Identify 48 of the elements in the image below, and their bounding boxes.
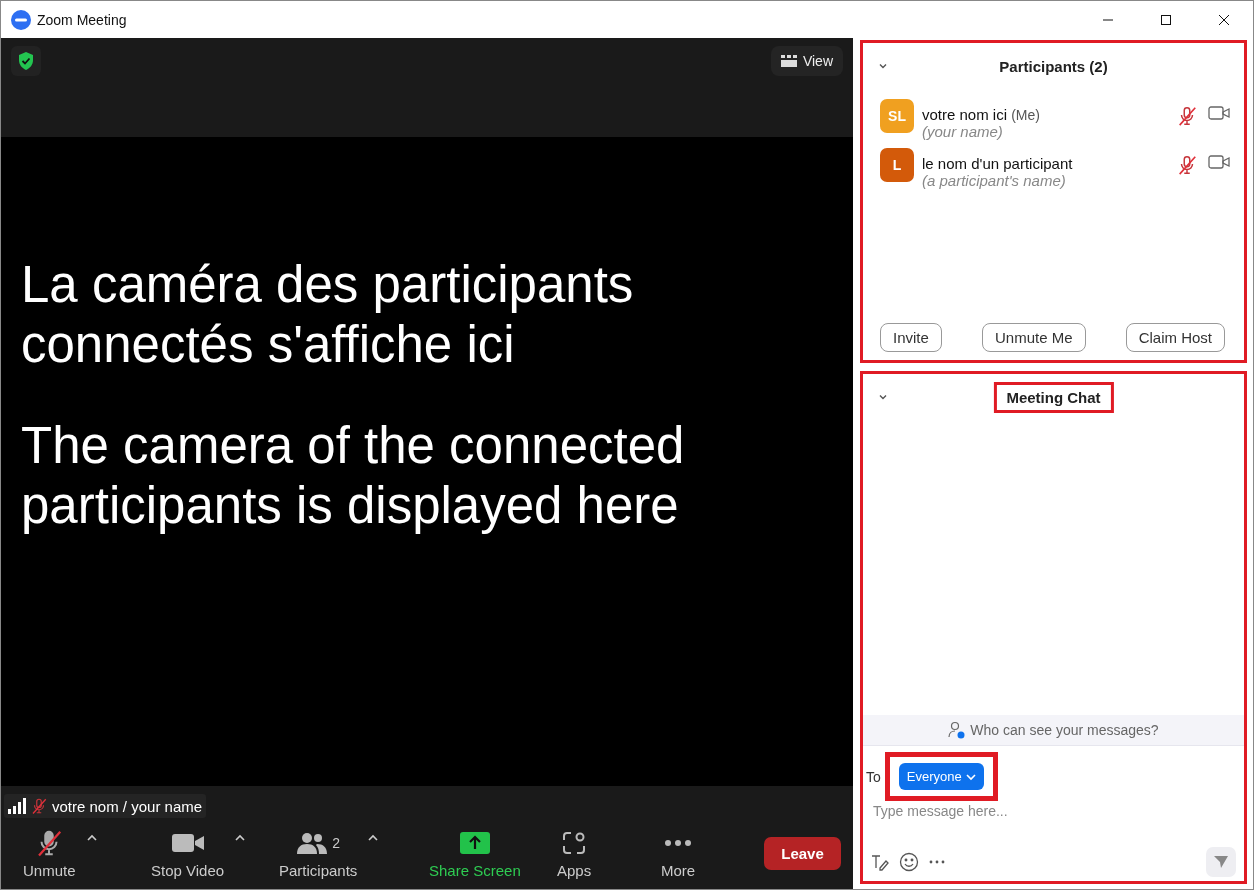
panel-button[interactable]: Unmute Me (982, 323, 1086, 352)
participant-name: le nom d'un participant (922, 155, 1074, 172)
recipient-dropdown[interactable]: Everyone (898, 763, 984, 790)
video-button[interactable]: Stop Video (147, 826, 229, 881)
people-icon (296, 831, 329, 855)
app-logo-icon (11, 9, 31, 30)
participant-count: 2 (332, 835, 341, 851)
video-camera-icon[interactable] (1208, 154, 1230, 170)
chevron-icon (965, 772, 976, 781)
video-caption: La caméra des participants connectés s'affiche ici (21, 255, 635, 375)
view-button[interactable]: View (770, 46, 843, 76)
caret-icon[interactable] (85, 834, 98, 842)
caret-icon[interactable] (367, 834, 380, 842)
security-shield-icon[interactable] (11, 46, 41, 76)
leave-button[interactable]: Leave (764, 837, 841, 870)
grid-icon (780, 55, 797, 67)
window-title: Zoom Meeting (37, 11, 128, 28)
avatar: SL (880, 99, 914, 133)
more-icon[interactable] (929, 860, 945, 864)
video-camera-icon[interactable] (1208, 105, 1230, 121)
send-icon (1213, 855, 1229, 869)
participants-button[interactable]: 2 Participants (275, 826, 362, 881)
message-input[interactable]: Type message here... (863, 803, 1244, 819)
format-text-icon[interactable] (871, 853, 889, 871)
maximize-icon[interactable] (1160, 13, 1172, 26)
to-label: To (866, 768, 881, 785)
participant-subtitle: (your name) (922, 123, 1004, 140)
participant-subtitle: (a participant's name) (922, 172, 1067, 189)
apps-button[interactable]: Apps (553, 826, 596, 881)
share-screen-icon (458, 831, 491, 855)
close-icon[interactable] (1218, 13, 1230, 26)
avatar: L (880, 148, 914, 182)
mic-button[interactable]: Unmute (19, 826, 80, 881)
more-button[interactable]: More (657, 826, 700, 881)
more-icon (664, 839, 693, 847)
signal-icon (8, 798, 26, 814)
panel-title: Participants (2) (998, 56, 1109, 77)
panel-button[interactable]: Invite (880, 323, 942, 352)
apps-icon (561, 830, 588, 856)
panel-title: Meeting Chat (993, 381, 1114, 413)
send-button[interactable] (1206, 847, 1236, 877)
video-caption: The camera of the connected participants is displayed here (21, 416, 686, 536)
panel-button[interactable]: Claim Host (1125, 323, 1225, 352)
share-screen-button[interactable]: Share Screen (425, 826, 525, 881)
person-shield-icon (948, 721, 967, 739)
participant-name: votre nom ici (Me) (922, 106, 1041, 123)
caret-icon[interactable] (234, 834, 247, 842)
emoji-icon[interactable] (899, 852, 919, 872)
